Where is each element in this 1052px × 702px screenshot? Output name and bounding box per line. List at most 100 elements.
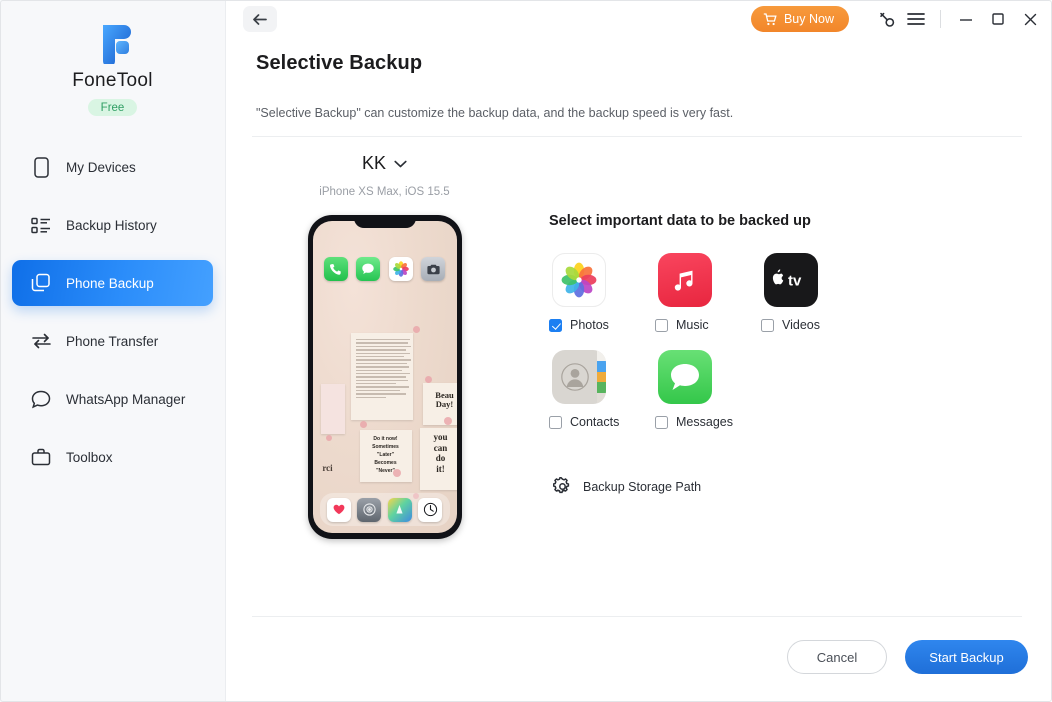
- backup-storage-path-button[interactable]: Backup Storage Path: [553, 477, 701, 496]
- messages-checkbox-row[interactable]: Messages: [655, 415, 761, 429]
- phone-notch: [353, 215, 416, 228]
- layers-icon: [30, 272, 52, 294]
- selection-column: Select important data to be backed up Ph…: [517, 137, 1022, 539]
- app-window: FoneTool Free My Devices Backup History …: [0, 0, 1052, 702]
- selection-grid: Photos Music tv Videos Contacts Messages: [549, 253, 1022, 429]
- home-screen-app-row: [313, 257, 457, 281]
- cancel-button[interactable]: Cancel: [787, 640, 887, 674]
- cart-icon: [763, 12, 777, 25]
- contacts-app-icon: [552, 350, 606, 404]
- hamburger-icon[interactable]: [901, 4, 931, 34]
- music-checkbox[interactable]: [655, 318, 668, 332]
- photos-label: Photos: [570, 318, 609, 332]
- buy-now-button[interactable]: Buy Now: [750, 6, 849, 32]
- key-icon[interactable]: [871, 4, 901, 34]
- brand-name: FoneTool: [72, 70, 153, 91]
- chevron-down-icon: [394, 160, 407, 167]
- phone-mockup: Beau Day! Do it now! Sometimes "Later" Becom…: [307, 215, 462, 539]
- selection-item-messages[interactable]: Messages: [655, 350, 761, 429]
- selection-item-contacts[interactable]: Contacts: [549, 350, 655, 429]
- sidebar-item-label: Phone Backup: [66, 275, 154, 291]
- footer-actions: Cancel Start Backup: [787, 640, 1028, 674]
- list-icon: [30, 214, 52, 236]
- photos-pinwheel: [392, 261, 409, 277]
- selection-heading: Select important data to be backed up: [549, 213, 811, 229]
- contacts-checkbox-row[interactable]: Contacts: [549, 415, 655, 429]
- wallpaper-dot: [392, 469, 401, 477]
- music-checkbox-row[interactable]: Music: [655, 318, 761, 332]
- sidebar-item-label: WhatsApp Manager: [66, 391, 186, 407]
- plan-badge: Free: [87, 99, 138, 116]
- titlebar-separator: [940, 10, 941, 28]
- back-arrow-icon: [253, 13, 267, 25]
- appstore-app-icon: [387, 497, 412, 522]
- sidebar-item-phone-backup[interactable]: Phone Backup: [12, 260, 213, 306]
- photos-app-icon: [552, 253, 606, 307]
- photos-checkbox-row[interactable]: Photos: [549, 318, 655, 332]
- home-screen-dock: [319, 493, 450, 526]
- device-selector[interactable]: KK: [362, 153, 407, 174]
- camera-app-icon: [421, 257, 446, 281]
- photos-app-icon: [388, 257, 413, 281]
- selection-item-videos[interactable]: tv Videos: [761, 253, 867, 332]
- wallpaper-text-youcandoit: you can do it!: [433, 432, 448, 474]
- device-column: KK iPhone XS Max, iOS 15.5 Beau Day! Do …: [252, 137, 517, 539]
- wallpaper-dot: [424, 376, 432, 383]
- content-area: KK iPhone XS Max, iOS 15.5 Beau Day! Do …: [226, 137, 1052, 539]
- videos-label: Videos: [782, 318, 820, 332]
- wallpaper-text-doitnow: Do it now! Sometimes "Later" Becomes "Never": [372, 436, 399, 474]
- contacts-tabs: [597, 350, 606, 404]
- messages-label: Messages: [676, 415, 733, 429]
- backup-storage-path-label: Backup Storage Path: [583, 479, 702, 494]
- contacts-checkbox[interactable]: [549, 415, 562, 429]
- sidebar: FoneTool Free My Devices Backup History …: [0, 0, 226, 702]
- sidebar-item-whatsapp-manager[interactable]: WhatsApp Manager: [12, 376, 213, 422]
- start-backup-button[interactable]: Start Backup: [905, 640, 1028, 674]
- gear-icon: [553, 477, 570, 494]
- wallpaper-dot: [443, 417, 452, 425]
- wallpaper-note-main: [350, 333, 413, 420]
- phone-app-icon: [323, 257, 348, 281]
- sidebar-item-phone-transfer[interactable]: Phone Transfer: [12, 318, 213, 364]
- wallpaper-note-left: [320, 384, 345, 434]
- back-button[interactable]: [243, 6, 277, 32]
- selection-item-photos[interactable]: Photos: [549, 253, 655, 332]
- page-description: "Selective Backup" can customize the bac…: [256, 106, 734, 120]
- device-subtitle: iPhone XS Max, iOS 15.5: [319, 186, 450, 198]
- phone-screen: Beau Day! Do it now! Sometimes "Later" Becom…: [312, 221, 457, 533]
- photos-checkbox[interactable]: [549, 318, 562, 332]
- messages-app-icon: [658, 350, 712, 404]
- sidebar-item-label: Toolbox: [66, 449, 113, 465]
- settings-app-icon: [357, 497, 382, 522]
- health-app-icon: [326, 497, 351, 522]
- selection-item-music[interactable]: Music: [655, 253, 761, 332]
- maximize-button[interactable]: [982, 4, 1014, 34]
- appletv-app-icon: tv: [764, 253, 818, 307]
- titlebar: Buy Now: [226, 0, 1052, 38]
- sidebar-item-backup-history[interactable]: Backup History: [12, 202, 213, 248]
- messages-checkbox[interactable]: [655, 415, 668, 429]
- videos-checkbox[interactable]: [761, 318, 774, 332]
- sidebar-nav: My Devices Backup History Phone Backup P…: [0, 144, 225, 480]
- sidebar-item-label: Backup History: [66, 217, 157, 233]
- close-button[interactable]: [1014, 4, 1046, 34]
- transfer-icon: [30, 330, 52, 352]
- music-label: Music: [676, 318, 709, 332]
- contacts-label: Contacts: [570, 415, 620, 429]
- toolbox-icon: [30, 446, 52, 468]
- main-panel: Buy Now Selective Backup "Selective Back…: [226, 0, 1052, 702]
- minimize-button[interactable]: [950, 4, 982, 34]
- sidebar-item-toolbox[interactable]: Toolbox: [12, 434, 213, 480]
- sidebar-item-label: Phone Transfer: [66, 333, 159, 349]
- titlebar-actions: Buy Now: [750, 4, 1046, 34]
- wallpaper-text-rci: rci: [322, 463, 333, 473]
- wallpaper-text-beau: Beau Day!: [435, 390, 454, 409]
- sidebar-item-my-devices[interactable]: My Devices: [12, 144, 213, 190]
- videos-checkbox-row[interactable]: Videos: [761, 318, 867, 332]
- buy-now-label: Buy Now: [783, 12, 834, 26]
- wallpaper-dot: [325, 435, 332, 441]
- device-icon: [30, 156, 52, 178]
- messages-app-icon: [356, 257, 381, 281]
- chat-icon: [30, 388, 52, 410]
- page-title: Selective Backup: [256, 52, 423, 74]
